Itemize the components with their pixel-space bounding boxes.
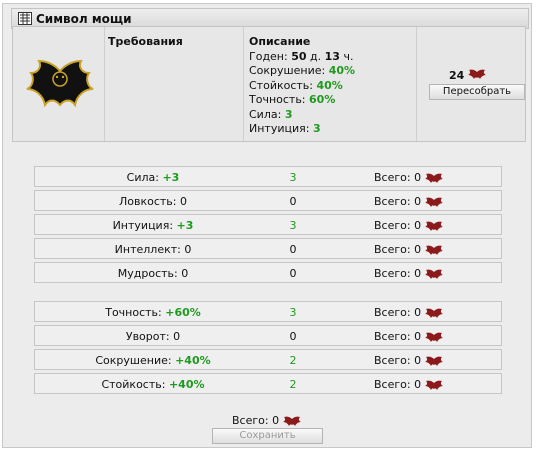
action-column: 24 Пересобрать <box>417 27 525 141</box>
stat-value[interactable]: 3 <box>271 306 315 319</box>
stat-row: Стойкость: +40% 2 Всего: 0 <box>34 373 502 394</box>
stat-total: Всего: 0 <box>374 243 444 256</box>
bat-currency-icon <box>421 267 444 280</box>
stat-total: Всего: 0 <box>374 267 444 280</box>
bat-currency-icon <box>279 414 302 427</box>
footer-total-text: Всего: 0 <box>232 414 280 427</box>
stat-total: Всего: 0 <box>374 195 444 208</box>
bat-currency-icon <box>421 243 444 256</box>
stat-bonus: +3 <box>162 171 180 184</box>
stat-name: Ловкость: <box>118 195 177 208</box>
stat-label: Точность: +60% <box>35 306 271 319</box>
stat-row: Интуиция: +3 3 Всего: 0 <box>34 214 502 235</box>
description-column: Описание Годен: 50 д. 13 ч. Сокрушение: … <box>244 27 417 141</box>
stat-label: Стойкость: +40% <box>35 378 271 391</box>
stats-group-2: Точность: +60% 3 Всего: 0 Уворот: 0 0 Всего: … <box>34 301 502 397</box>
stat-label: Уворот: 0 <box>35 330 271 343</box>
bat-currency-icon <box>421 171 444 184</box>
stat-value[interactable]: 3 <box>271 171 315 184</box>
stat-total: Всего: 0 <box>374 330 444 343</box>
stat-bonus: +40% <box>175 354 211 367</box>
stat-value[interactable]: 0 <box>271 195 315 208</box>
stat-total: Всего: 0 <box>374 354 444 367</box>
stat-value[interactable]: 0 <box>271 267 315 280</box>
prop-line: Стойкость: 40% <box>249 78 343 92</box>
prop-line: Точность: 60% <box>249 93 336 106</box>
stat-row: Точность: +60% 3 Всего: 0 <box>34 301 502 322</box>
stat-label: Сила: +3 <box>35 171 271 184</box>
stat-bonus: 0 <box>180 195 187 208</box>
stat-name: Уворот: <box>125 330 170 343</box>
stat-name: Интуиция: <box>112 219 174 232</box>
prop-line: Сила: 3 <box>249 107 293 121</box>
prop-line: Сокрушение: 40% <box>249 64 356 77</box>
stat-label: Сокрушение: +40% <box>35 354 271 367</box>
bat-currency-icon <box>421 219 444 232</box>
requirements-header: Требования <box>108 35 183 48</box>
save-button[interactable]: Сохранить <box>212 428 323 444</box>
stat-value[interactable]: 2 <box>271 354 315 367</box>
bat-currency-icon <box>421 378 444 391</box>
stat-bonus: 0 <box>173 330 181 343</box>
stat-row: Уворот: 0 0 Всего: 0 <box>34 325 502 346</box>
window-title: Символ мощи <box>36 12 132 26</box>
stat-total-text: Всего: 0 <box>374 306 422 319</box>
stat-bonus: 0 <box>184 243 192 256</box>
stat-name: Мудрость: <box>117 267 178 280</box>
stat-row: Мудрость: 0 0 Всего: 0 <box>34 262 502 283</box>
stat-total-text: Всего: 0 <box>374 195 422 208</box>
stat-row: Ловкость: 0 0 Всего: 0 <box>34 190 502 211</box>
stat-bonus: +60% <box>165 306 201 319</box>
stat-label: Мудрость: 0 <box>35 267 271 280</box>
bat-currency-icon <box>421 195 444 208</box>
stat-total: Всего: 0 <box>374 306 444 319</box>
stat-row: Сила: +3 3 Всего: 0 <box>34 166 502 187</box>
stat-label: Интеллект: 0 <box>35 243 271 256</box>
stat-total-text: Всего: 0 <box>374 378 422 391</box>
price-value: 24 <box>449 69 465 82</box>
stat-total: Всего: 0 <box>374 219 444 232</box>
stat-total-text: Всего: 0 <box>374 171 422 184</box>
rebuild-button[interactable]: Пересобрать <box>429 84 525 100</box>
stat-label: Интуиция: +3 <box>35 219 271 232</box>
durability-line: Годен: 50 д. 13 ч. <box>249 49 354 63</box>
stat-total-text: Всего: 0 <box>374 219 422 232</box>
bat-amulet-image[interactable] <box>25 55 95 113</box>
stat-name: Сила: <box>126 171 159 184</box>
stat-name: Сокрушение: <box>95 354 172 367</box>
stat-bonus: +3 <box>176 219 194 232</box>
stat-row: Сокрушение: +40% 2 Всего: 0 <box>34 349 502 370</box>
bat-currency-icon <box>421 306 444 319</box>
stats-group-1: Сила: +3 3 Всего: 0 Ловкость: 0 0 Всего: 0 Инт… <box>34 166 502 286</box>
stat-value[interactable]: 3 <box>271 219 315 232</box>
stat-total-text: Всего: 0 <box>374 330 422 343</box>
bat-currency-icon <box>468 69 487 83</box>
prop-line: Интуиция: 3 <box>249 122 321 135</box>
bat-grid-icon <box>18 12 32 25</box>
stat-total-text: Всего: 0 <box>374 267 422 280</box>
stat-total-text: Всего: 0 <box>374 354 422 367</box>
stat-name: Точность: <box>105 306 162 319</box>
requirements-column: Требования <box>105 27 244 141</box>
item-info-box: Требования Описание Годен: 50 д. 13 ч. С… <box>12 26 526 142</box>
bat-currency-icon <box>421 354 444 367</box>
stat-value[interactable]: 0 <box>271 330 315 343</box>
stat-total-text: Всего: 0 <box>374 243 422 256</box>
stat-name: Стойкость: <box>101 378 166 391</box>
stat-total: Всего: 0 <box>374 378 444 391</box>
stat-row: Интеллект: 0 0 Всего: 0 <box>34 238 502 259</box>
stat-value[interactable]: 2 <box>271 378 315 391</box>
stat-label: Ловкость: 0 <box>35 195 271 208</box>
stat-total: Всего: 0 <box>374 171 444 184</box>
stat-value[interactable]: 0 <box>271 243 315 256</box>
item-image-column <box>13 27 105 141</box>
stat-name: Интеллект: <box>114 243 181 256</box>
description-list: Описание Годен: 50 д. 13 ч. Сокрушение: … <box>249 35 355 137</box>
price: 24 <box>449 69 487 83</box>
stat-bonus: 0 <box>181 267 189 280</box>
description-header: Описание <box>249 35 311 48</box>
footer-total: Всего: 0 <box>232 414 302 427</box>
bat-currency-icon <box>421 330 444 343</box>
stat-bonus: +40% <box>168 378 205 391</box>
